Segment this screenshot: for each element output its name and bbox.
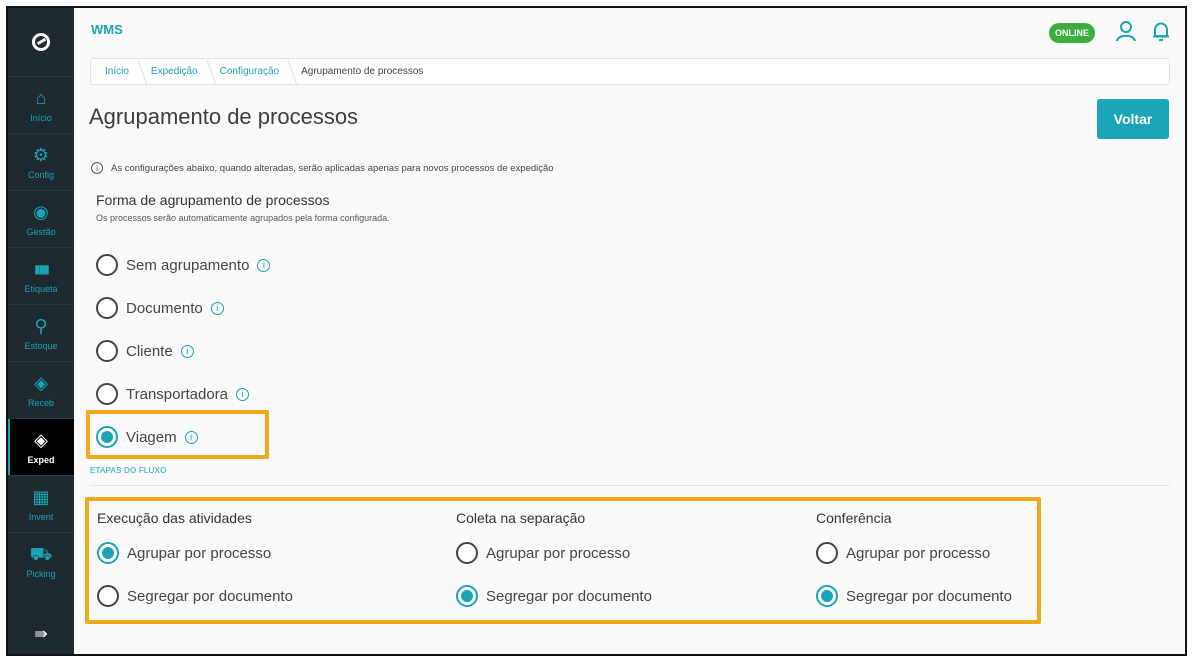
sidebar-item-label: Início [30,112,52,123]
gear-icon: ⚙ [32,144,50,165]
sidebar-item-label: Estoque [24,340,58,351]
box-icon: ◈ [34,429,48,450]
info-icon[interactable]: i [257,258,271,272]
sidebar-item-etiqueta[interactable]: ▮▮▮ Etiqueta [8,247,74,304]
sidebar-item-label: Gestão [26,226,56,237]
option-label: Documento [126,299,203,317]
steps-section-label: ETAPAS DO FLUXO [90,466,167,475]
box-icon: ◈ [34,372,48,393]
grouping-option-transportadora[interactable]: Transportadora i [96,383,249,405]
sidebar-item-label: Config [27,169,54,180]
sidebar-item-label: Exped [27,454,55,465]
sidebar-item-gestao[interactable]: ◉ Gestão [8,190,74,247]
grouping-title: Forma de agrupamento de processos [96,192,330,208]
sidebar-item-label: Picking [26,568,56,579]
user-icon[interactable] [1115,20,1137,42]
collapse-sidebar-button[interactable]: ⇛ [8,614,74,654]
radio-button[interactable] [96,254,118,276]
info-notice: i As configurações abaixo, quando altera… [91,162,554,174]
info-icon[interactable]: i [210,301,224,315]
info-text: As configurações abaixo, quando alterada… [111,162,554,174]
option-label: Cliente [126,342,173,360]
page-title: Agrupamento de processos [89,104,359,129]
logo-icon [32,33,50,51]
grouping-option-documento[interactable]: Documento i [96,297,224,319]
breadcrumb-item-configuracao[interactable]: Configuração [214,66,295,77]
radio-button[interactable] [96,297,118,319]
breadcrumb: Início Expedição Configuração Agrupament… [90,58,1170,85]
app-window: ⌂ Início ⚙ Config ◉ Gestão ▮▮▮ Etiqueta … [6,6,1187,656]
info-icon[interactable]: i [236,387,249,401]
back-button[interactable]: Voltar [1097,99,1169,139]
sidebar-item-estoque[interactable]: ⚲ Estoque [8,304,74,361]
radio-button[interactable] [96,340,118,362]
sidebar-item-label: Receb [27,397,54,408]
sidebar-item-invent[interactable]: ▦ Invent [8,475,74,532]
search-icon: ⚲ [34,315,48,336]
sidebar-item-config[interactable]: ⚙ Config [8,133,74,190]
sidebar-item-exped[interactable]: ◈ Exped [8,418,74,475]
status-badge: ONLINE [1049,23,1095,43]
building-icon: ▦ [32,486,50,507]
top-bar: WMS ONLINE [74,8,1185,56]
hand-truck-icon: ⛟ [29,543,53,564]
sidebar-item-receb[interactable]: ◈ Receb [8,361,74,418]
option-label: Sem agrupamento [126,256,250,274]
breadcrumb-item-expedicao[interactable]: Expedição [145,66,214,77]
breadcrumb-item-current: Agrupamento de processos [301,66,424,77]
highlight-box [85,497,1041,624]
grouping-subtitle: Os processos serão automaticamente agrup… [96,213,390,223]
info-icon: i [91,162,103,174]
bell-icon[interactable] [1150,20,1172,42]
sidebar-item-label: Etiqueta [24,283,58,294]
info-icon[interactable]: i [180,344,194,358]
radio-button[interactable] [96,383,118,405]
barcode-icon: ▮▮▮ [34,261,50,276]
breadcrumb-item-inicio[interactable]: Início [99,66,145,77]
collapse-icon: ⇛ [34,626,48,643]
grouping-option-cliente[interactable]: Cliente i [96,340,194,362]
sidebar-item-label: Invent [28,511,54,522]
option-label: Transportadora [126,385,228,403]
home-icon: ⌂ [35,87,47,108]
location-pin-icon: ◉ [33,201,49,222]
grouping-option-sem-agrupamento[interactable]: Sem agrupamento i [96,254,271,276]
highlight-box [86,410,269,459]
sidebar: ⌂ Início ⚙ Config ◉ Gestão ▮▮▮ Etiqueta … [8,8,74,654]
sidebar-item-inicio[interactable]: ⌂ Início [8,76,74,133]
main-content: WMS ONLINE Início Expedição Configuração… [74,8,1185,654]
app-logo[interactable] [8,8,74,76]
app-title: WMS [91,22,123,37]
sidebar-item-picking[interactable]: ⛟ Picking [8,532,74,589]
divider [90,485,1170,486]
